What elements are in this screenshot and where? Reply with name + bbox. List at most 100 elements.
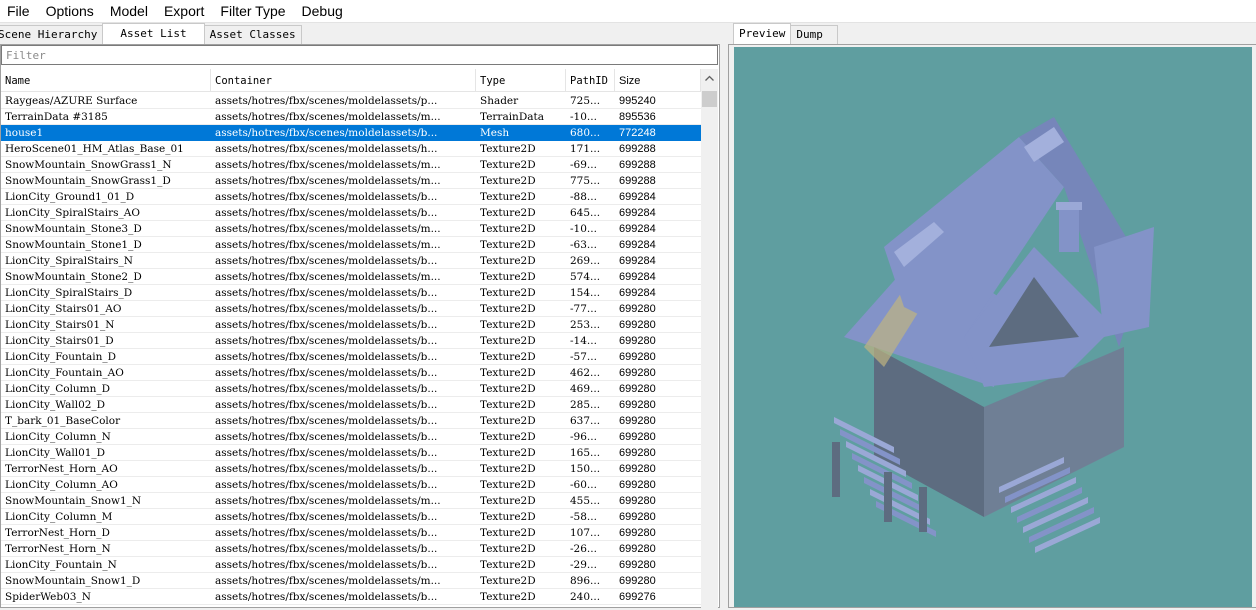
- table-row[interactable]: LionCity_SpiralStairs_AO assets/hotres/fb…: [1, 205, 701, 221]
- cell-pathid: 269...: [570, 255, 601, 267]
- cell-size: 699280: [619, 431, 656, 443]
- table-row[interactable]: LionCity_SpiralStairs_N assets/hotres/fbx…: [1, 253, 701, 269]
- tab-preview[interactable]: Preview: [733, 23, 792, 44]
- cell-type: Texture2D: [480, 367, 536, 379]
- menu-file[interactable]: File: [0, 0, 39, 22]
- table-row[interactable]: LionCity_Wall02_D assets/hotres/fbx/scene…: [1, 397, 701, 413]
- cell-name: LionCity_Stairs01_AO: [5, 303, 122, 315]
- table-row[interactable]: LionCity_Fountain_AO assets/hotres/fbx/sc…: [1, 365, 701, 381]
- cell-name: SnowMountain_Snow1_D: [5, 575, 141, 587]
- menu-filter-type[interactable]: Filter Type: [213, 0, 294, 22]
- cell-name: SnowMountain_SnowGrass1_N: [5, 159, 172, 171]
- cell-container: assets/hotres/fbx/scenes/moldelassets/m.…: [215, 223, 441, 235]
- list-vertical-scrollbar[interactable]: [701, 69, 718, 609]
- menu-model[interactable]: Model: [103, 0, 157, 22]
- cell-size: 699280: [619, 479, 656, 491]
- table-row[interactable]: LionCity_Stairs01_AO assets/hotres/fbx/sc…: [1, 301, 701, 317]
- column-header-size[interactable]: Size: [615, 69, 701, 91]
- cell-type: Shader: [480, 95, 519, 107]
- scroll-up-arrow-icon[interactable]: [701, 69, 718, 86]
- table-row[interactable]: T_bark_01_BaseColor assets/hotres/fbx/sce…: [1, 413, 701, 429]
- table-row[interactable]: Raygeas/AZURE Surface assets/hotres/fbx/s…: [1, 93, 701, 109]
- house-model-render: [832, 117, 1154, 553]
- table-row[interactable]: HeroScene01_HM_Atlas_Base_01 assets/hotre…: [1, 141, 701, 157]
- menu-debug[interactable]: Debug: [295, 0, 352, 22]
- table-row[interactable]: LionCity_Fountain_D assets/hotres/fbx/sce…: [1, 349, 701, 365]
- porch-post: [919, 487, 927, 532]
- asset-list-view: Name Container Type PathID Size Raygeas/…: [1, 69, 719, 609]
- cell-pathid: -58...: [570, 511, 597, 523]
- tab-asset-list[interactable]: Asset List: [102, 23, 205, 44]
- table-row[interactable]: SnowMountain_Stone3_D assets/hotres/fbx/s…: [1, 221, 701, 237]
- cell-size: 699280: [619, 351, 656, 363]
- cell-pathid: 154...: [570, 287, 601, 299]
- column-header-type[interactable]: Type: [476, 69, 566, 91]
- cell-container: assets/hotres/fbx/scenes/moldelassets/b.…: [215, 415, 438, 427]
- cell-pathid: -88...: [570, 191, 597, 203]
- table-row[interactable]: SpiderWeb03_N assets/hotres/fbx/scenes/mo…: [1, 589, 701, 605]
- cell-size: 699280: [619, 415, 656, 427]
- cell-size: 699284: [619, 255, 656, 267]
- table-row[interactable]: house1 assets/hotres/fbx/scenes/moldelass…: [1, 125, 701, 141]
- porch-post: [832, 442, 840, 497]
- table-row[interactable]: LionCity_Ground1_01_D assets/hotres/fbx/s…: [1, 189, 701, 205]
- table-row[interactable]: SnowMountain_SnowGrass1_D assets/hotres/f…: [1, 173, 701, 189]
- cell-type: Texture2D: [480, 591, 536, 603]
- table-row[interactable]: LionCity_Stairs01_N assets/hotres/fbx/sce…: [1, 317, 701, 333]
- cell-name: LionCity_Fountain_D: [5, 351, 117, 363]
- cell-name: LionCity_Ground1_01_D: [5, 191, 135, 203]
- cell-pathid: 107...: [570, 527, 601, 539]
- table-row[interactable]: LionCity_Fountain_N assets/hotres/fbx/sce…: [1, 557, 701, 573]
- table-row[interactable]: LionCity_Column_N assets/hotres/fbx/scene…: [1, 429, 701, 445]
- chimney: [1059, 207, 1079, 252]
- menu-export[interactable]: Export: [157, 0, 213, 22]
- cell-container: assets/hotres/fbx/scenes/moldelassets/b.…: [215, 207, 438, 219]
- cell-container: assets/hotres/fbx/scenes/moldelassets/b.…: [215, 367, 438, 379]
- cell-name: SnowMountain_Stone3_D: [5, 223, 142, 235]
- column-header-name[interactable]: Name: [1, 69, 211, 91]
- cell-size: 699280: [619, 335, 656, 347]
- cell-type: Texture2D: [480, 351, 536, 363]
- table-row[interactable]: TerrorNest_Horn_N assets/hotres/fbx/scene…: [1, 541, 701, 557]
- scrollbar-thumb[interactable]: [702, 91, 717, 107]
- cell-container: assets/hotres/fbx/scenes/moldelassets/b.…: [215, 351, 438, 363]
- table-row[interactable]: SnowMountain_SnowGrass1_N assets/hotres/f…: [1, 157, 701, 173]
- cell-pathid: -96...: [570, 431, 597, 443]
- cell-type: Texture2D: [480, 399, 536, 411]
- cell-size: 699284: [619, 223, 656, 235]
- model-preview-viewport[interactable]: [734, 47, 1252, 607]
- table-row[interactable]: TerrorNest_Horn_D assets/hotres/fbx/scene…: [1, 525, 701, 541]
- cell-type: Texture2D: [480, 271, 536, 283]
- cell-container: assets/hotres/fbx/scenes/moldelassets/b.…: [215, 479, 438, 491]
- table-row[interactable]: LionCity_Column_M assets/hotres/fbx/scene…: [1, 509, 701, 525]
- tab-dump[interactable]: Dump: [790, 25, 839, 44]
- table-row[interactable]: SnowMountain_Snow1_N assets/hotres/fbx/sc…: [1, 493, 701, 509]
- table-row[interactable]: TerrorNest_Horn_AO assets/hotres/fbx/scen…: [1, 461, 701, 477]
- table-row[interactable]: TerrainData #3185 assets/hotres/fbx/scene…: [1, 109, 701, 125]
- cell-container: assets/hotres/fbx/scenes/moldelassets/m.…: [215, 175, 441, 187]
- cell-pathid: 150...: [570, 463, 601, 475]
- cell-pathid: 285...: [570, 399, 601, 411]
- cell-type: Texture2D: [480, 303, 536, 315]
- cell-name: TerrainData #3185: [5, 111, 108, 123]
- tab-scene-hierarchy[interactable]: Scene Hierarchy: [0, 25, 104, 44]
- cell-pathid: 253...: [570, 319, 601, 331]
- cell-pathid: -63...: [570, 239, 597, 251]
- filter-input[interactable]: [2, 46, 710, 64]
- table-row[interactable]: LionCity_Column_D assets/hotres/fbx/scene…: [1, 381, 701, 397]
- menu-bar: File Options Model Export Filter Type De…: [0, 0, 1256, 23]
- column-header-pathid[interactable]: PathID: [566, 69, 615, 91]
- cell-pathid: 165...: [570, 447, 601, 459]
- table-row[interactable]: SnowMountain_Stone2_D assets/hotres/fbx/s…: [1, 269, 701, 285]
- table-row[interactable]: LionCity_SpiralStairs_D assets/hotres/fbx…: [1, 285, 701, 301]
- table-row[interactable]: LionCity_Column_AO assets/hotres/fbx/scen…: [1, 477, 701, 493]
- cell-name: SnowMountain_Snow1_N: [5, 495, 142, 507]
- tab-asset-classes[interactable]: Asset Classes: [203, 25, 302, 44]
- menu-options[interactable]: Options: [39, 0, 103, 22]
- table-row[interactable]: LionCity_Stairs01_D assets/hotres/fbx/sce…: [1, 333, 701, 349]
- cell-size: 699284: [619, 207, 656, 219]
- column-header-container[interactable]: Container: [211, 69, 476, 91]
- table-row[interactable]: SnowMountain_Snow1_D assets/hotres/fbx/sc…: [1, 573, 701, 589]
- table-row[interactable]: SnowMountain_Stone1_D assets/hotres/fbx/s…: [1, 237, 701, 253]
- table-row[interactable]: LionCity_Wall01_D assets/hotres/fbx/scene…: [1, 445, 701, 461]
